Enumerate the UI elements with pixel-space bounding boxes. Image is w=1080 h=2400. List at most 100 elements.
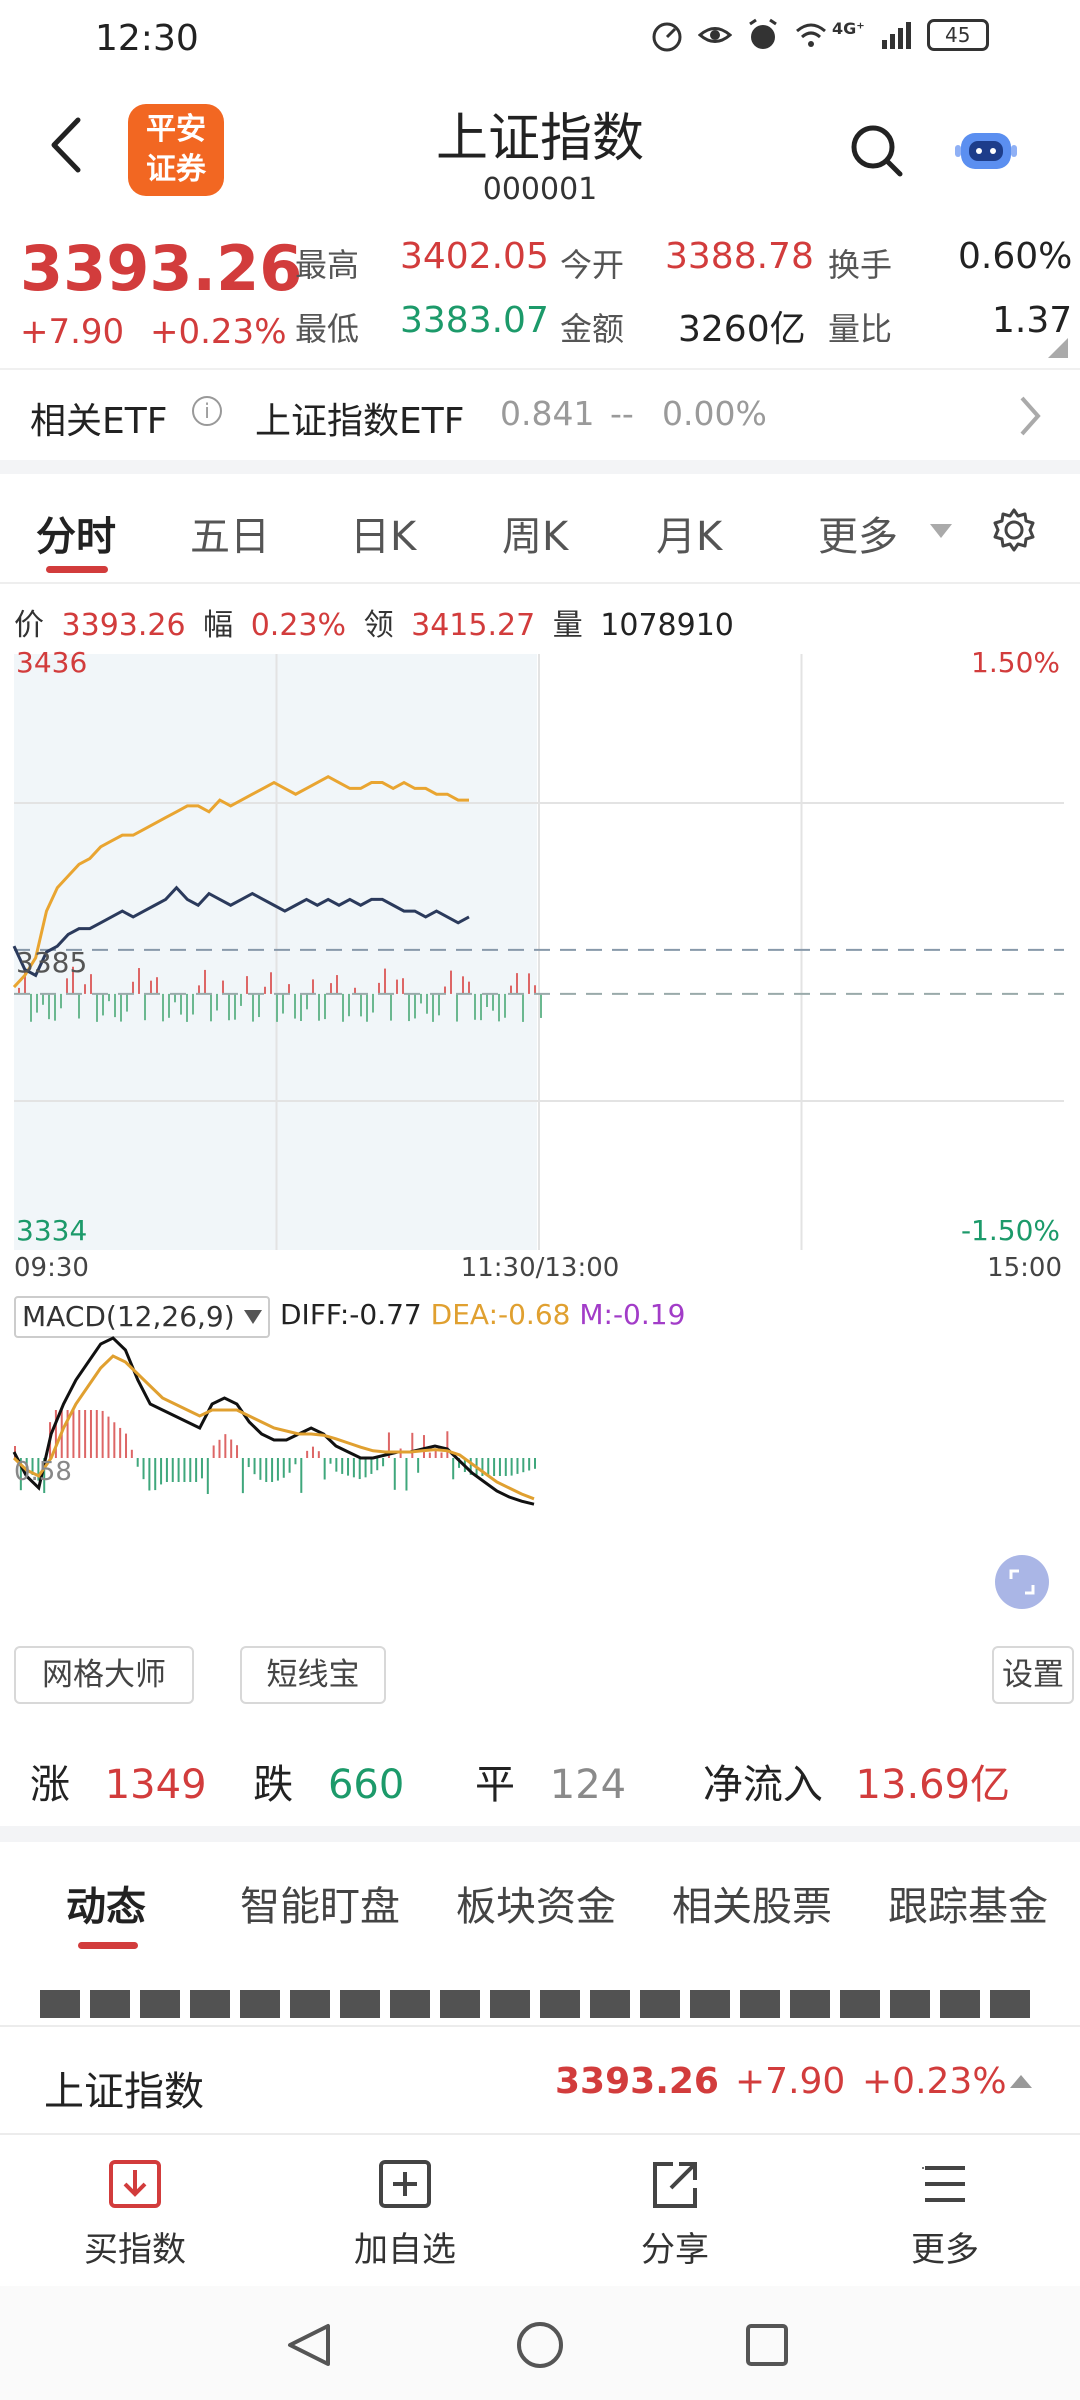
volume-bar — [78, 993, 80, 1019]
etf-name: 上证指数ETF — [255, 401, 465, 442]
volume-bar — [516, 973, 518, 994]
inflow-value: 13.69亿 — [855, 1762, 1011, 1808]
tab-news[interactable]: 动态 — [66, 1874, 146, 1932]
more-button[interactable]: 更多 — [865, 2156, 1025, 2271]
volume-bar — [348, 993, 350, 1017]
low-value: 3383.07 — [400, 300, 549, 341]
gear-icon[interactable] — [990, 506, 1038, 554]
amount-label: 金额 — [560, 310, 625, 348]
etf-price: 0.841 — [500, 394, 595, 433]
tab-intraday[interactable]: 分时 — [36, 504, 116, 562]
intraday-chart[interactable]: 3436 3385 3334 1.50% -1.50% 09:30 11:30/… — [0, 640, 1080, 1280]
tab-daily-k[interactable]: 日K — [350, 504, 416, 562]
buy-index-label: 买指数 — [84, 2230, 186, 2270]
status-icons: 4G⁺ 45 — [650, 18, 989, 52]
buy-index-button[interactable]: 买指数 — [55, 2156, 215, 2271]
expand-corner-icon[interactable] — [1048, 338, 1068, 358]
grid-master-button[interactable]: 网格大师 — [14, 1646, 194, 1704]
more-label: 更多 — [911, 2230, 979, 2270]
section-gap — [0, 460, 1080, 474]
volume-bar — [114, 993, 116, 1018]
macd-bar — [282, 1458, 285, 1478]
share-icon — [653, 2162, 697, 2208]
nav-home-icon[interactable] — [517, 2322, 563, 2368]
volume-bar — [48, 993, 50, 1020]
info-icon[interactable]: i — [192, 396, 222, 426]
macd-bar — [95, 1410, 98, 1458]
active-tab-indicator — [78, 1942, 138, 1949]
lead-value: 3415.27 — [411, 608, 536, 643]
macd-bar — [200, 1458, 203, 1479]
y-right-bottom: -1.50% — [961, 1214, 1060, 1247]
tab-related-stocks[interactable]: 相关股票 — [672, 1874, 832, 1932]
macd-bar — [528, 1458, 531, 1471]
x-label-midday: 11:30/13:00 — [461, 1253, 620, 1280]
volume-bar — [432, 993, 434, 1022]
down-label: 跌 — [253, 1762, 294, 1808]
volume-bar — [66, 978, 68, 994]
volume-bar — [300, 993, 302, 1022]
volume-bar — [96, 993, 98, 1022]
macd-dea-line — [12, 1354, 535, 1501]
volume-bar — [150, 980, 152, 994]
search-icon[interactable] — [848, 122, 904, 178]
macd-bar — [125, 1433, 128, 1458]
bottom-quote-change: +7.90 — [735, 2061, 846, 2102]
volume-bar — [156, 977, 158, 994]
download-icon — [109, 2160, 161, 2208]
macd-bar — [498, 1458, 501, 1476]
tab-five-day[interactable]: 五日 — [190, 504, 270, 562]
macd-bar — [165, 1458, 168, 1482]
news-headline-clipped[interactable] — [40, 1990, 1040, 2018]
volume-bar — [438, 993, 440, 1016]
tab-smart-watch[interactable]: 智能盯盘 — [240, 1874, 400, 1932]
volume-bar — [468, 981, 470, 994]
volume-bar — [144, 993, 146, 1021]
volume-bar — [402, 978, 404, 994]
macd-bar — [428, 1452, 431, 1458]
tab-sector-funds[interactable]: 板块资金 — [456, 1874, 616, 1932]
tab-monthly-k[interactable]: 月K — [656, 504, 722, 562]
tab-weekly-k[interactable]: 周K — [502, 504, 568, 562]
y-right-top: 1.50% — [971, 646, 1060, 679]
volume-bar — [384, 968, 386, 994]
macd-bar — [329, 1458, 332, 1464]
volume-bar — [228, 993, 230, 1021]
index-change-pct: +0.23% — [150, 312, 287, 352]
volume-bar — [360, 993, 362, 1017]
y-left-bottom: 3334 — [16, 1214, 87, 1247]
macd-bar — [142, 1458, 145, 1480]
market-breadth: 涨 1349 跌 660 平 124 净流入 13.69亿 — [30, 1752, 1010, 1810]
add-watchlist-button[interactable]: 加自选 — [325, 2156, 485, 2271]
price-value: 3393.26 — [61, 608, 186, 643]
macd-chart[interactable]: 0.58 — [0, 1290, 1080, 1640]
macd-bar — [393, 1458, 396, 1490]
related-etf-bar[interactable]: 相关ETF i 上证指数ETF 0.841 -- 0.00% — [0, 370, 1080, 460]
caret-up-icon[interactable] — [1010, 2075, 1032, 2088]
nav-back-icon[interactable] — [288, 2324, 330, 2366]
chart-settings-button[interactable]: 设置 — [992, 1646, 1074, 1704]
volume-bar — [408, 993, 410, 1022]
fullscreen-button[interactable] — [995, 1555, 1049, 1609]
etf-change-pct: 0.00% — [662, 394, 767, 433]
flat-count: 124 — [549, 1762, 627, 1808]
assistant-robot-icon[interactable] — [955, 125, 1017, 175]
tab-more[interactable]: 更多 — [818, 504, 898, 562]
macd-bar — [370, 1458, 373, 1474]
macd-bar — [130, 1449, 133, 1458]
macd-diff-line — [12, 1336, 535, 1506]
macd-bar — [72, 1410, 75, 1458]
dropdown-icon[interactable] — [928, 522, 954, 540]
macd-bar — [107, 1416, 110, 1458]
share-button[interactable]: 分享 — [595, 2156, 755, 2271]
macd-bar — [317, 1451, 320, 1458]
tab-tracking-funds[interactable]: 跟踪基金 — [888, 1874, 1048, 1932]
macd-bar — [510, 1458, 513, 1476]
bottom-quote-bar[interactable]: 上证指数 3393.26 +7.90 +0.23% — [0, 2025, 1080, 2135]
short-term-button[interactable]: 短线宝 — [240, 1646, 386, 1704]
volume-bar — [366, 993, 368, 1022]
macd-axis-label: 0.58 — [14, 1457, 72, 1487]
nav-recents-icon[interactable] — [746, 2324, 788, 2366]
volume-bar — [282, 993, 284, 1014]
volume-bar — [330, 983, 332, 994]
